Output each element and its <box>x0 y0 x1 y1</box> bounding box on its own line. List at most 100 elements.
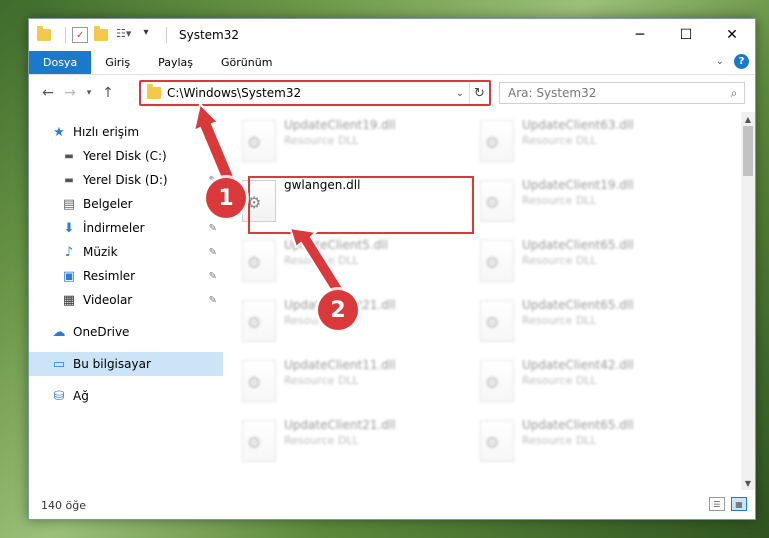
sidebar-item-label: Ağ <box>73 389 89 403</box>
sidebar-item-music[interactable]: ♪ Müzik ✎ <box>29 240 223 264</box>
file-description: Resource DLL <box>522 434 597 447</box>
file-icon: ⚙ <box>480 120 514 162</box>
file-list: ⚙ UpdateClient19.dll Resource DLL ⚙ gwlan… <box>224 112 755 490</box>
search-box[interactable]: ⌕ <box>499 82 745 104</box>
tiles-view-icon[interactable]: ▦ <box>731 497 747 511</box>
star-icon: ★ <box>53 124 65 140</box>
folder-icon <box>147 84 161 99</box>
divider <box>166 27 167 43</box>
sidebar-item-quick-access[interactable]: ★ Hızlı erişim <box>29 120 223 144</box>
sidebar-item-onedrive[interactable]: ☁ OneDrive <box>29 320 223 344</box>
status-bar: 140 öğe ☰ ▦ <box>29 491 755 519</box>
pin-icon[interactable]: ✎ <box>209 247 217 258</box>
sidebar-item-network[interactable]: ⛁ Ağ <box>29 384 223 408</box>
window-controls: ─ ☐ ✕ <box>617 19 755 51</box>
refresh-icon[interactable]: ↻ <box>469 82 489 104</box>
help-icon[interactable]: ? <box>734 54 749 69</box>
file-icon: ⚙ <box>242 120 276 162</box>
sidebar-item-videos[interactable]: ▦ Videolar ✎ <box>29 288 223 312</box>
tab-share[interactable]: Paylaş <box>144 51 207 74</box>
back-button[interactable]: ← <box>37 82 59 104</box>
address-bar[interactable]: C:\Windows\System32 ⌄ ↻ <box>139 80 491 106</box>
quick-access-dropdown-icon[interactable]: ▾ <box>138 27 154 43</box>
file-description: Resource DLL <box>284 134 359 147</box>
file-icon: ⚙ <box>242 240 276 282</box>
sidebar-item-this-pc[interactable]: ▭ Bu bilgisayar <box>29 352 223 376</box>
tab-home[interactable]: Giriş <box>91 51 144 74</box>
file-icon: ⚙ <box>242 360 276 402</box>
file-item[interactable]: ⚙ UpdateClient65.dll Resource DLL <box>462 236 692 292</box>
file-name: UpdateClient42.dll <box>522 358 634 372</box>
file-name: UpdateClient65.dll <box>522 298 634 312</box>
recent-locations-icon[interactable]: ▾ <box>81 82 97 104</box>
details-view-icon[interactable]: ☰ <box>709 497 725 511</box>
expand-ribbon-icon[interactable]: ⌄ <box>716 56 724 67</box>
maximize-button[interactable]: ☐ <box>663 19 709 51</box>
file-item[interactable]: ⚙ UpdateClient19.dll Resource DLL <box>224 116 454 172</box>
file-item[interactable]: ⚙ UpdateClient19.dll Resource DLL <box>462 176 692 232</box>
document-icon: ▤ <box>62 196 76 212</box>
cloud-icon: ☁ <box>52 324 66 340</box>
file-description: Resource DLL <box>522 254 597 267</box>
sidebar-item-label: Resimler <box>83 269 136 283</box>
pin-icon[interactable]: ✎ <box>209 295 217 306</box>
search-input[interactable] <box>500 86 724 100</box>
navigation-pane: ★ Hızlı erişim ▬ Yerel Disk (C:) ✎ ▬ Yer… <box>29 112 224 490</box>
tab-view[interactable]: Görünüm <box>207 51 286 74</box>
scroll-up-icon[interactable]: ▲ <box>741 112 755 126</box>
properties-icon[interactable]: ✓ <box>72 27 88 43</box>
file-description: Resource DLL <box>284 254 359 267</box>
sidebar-item-label: Müzik <box>83 245 118 259</box>
file-description: Resource DLL <box>522 374 597 387</box>
file-name: UpdateClient11.dll <box>284 358 396 372</box>
sidebar-item-label: Yerel Disk (D:) <box>83 173 168 187</box>
file-item[interactable]: ⚙ UpdateClient63.dll Resource DLL <box>462 116 692 172</box>
search-icon[interactable]: ⌕ <box>724 86 744 101</box>
scroll-down-icon[interactable]: ▼ <box>741 476 755 490</box>
close-button[interactable]: ✕ <box>709 19 755 51</box>
sidebar-item-label: Hızlı erişim <box>73 125 140 139</box>
sidebar-item-label: Yerel Disk (C:) <box>83 149 167 163</box>
pin-icon[interactable]: ✎ <box>209 223 217 234</box>
file-name: UpdateClient19.dll <box>522 178 634 192</box>
sidebar-item-pictures[interactable]: ▣ Resimler ✎ <box>29 264 223 288</box>
ribbon-right: ⌄ ? <box>716 54 749 69</box>
file-item[interactable]: ⚙ UpdateClient65.dll Resource DLL <box>462 416 692 472</box>
file-icon: ⚙ <box>480 360 514 402</box>
tab-file[interactable]: Dosya <box>29 51 92 74</box>
file-icon: ⚙ <box>480 180 514 222</box>
file-icon: ⚙ <box>480 420 514 462</box>
file-icon: ⚙ <box>242 300 276 342</box>
divider <box>65 27 66 43</box>
sidebar-item-downloads[interactable]: ⬇ İndirmeler ✎ <box>29 216 223 240</box>
vertical-scrollbar[interactable]: ▲ ▼ <box>741 112 755 490</box>
sidebar-item-local-disk-c[interactable]: ▬ Yerel Disk (C:) ✎ <box>29 144 223 168</box>
file-icon: ⚙ <box>480 240 514 282</box>
forward-button[interactable]: → <box>59 82 81 104</box>
scroll-thumb[interactable] <box>743 126 753 176</box>
address-dropdown-icon[interactable]: ⌄ <box>451 88 469 99</box>
pin-icon[interactable]: ✎ <box>209 151 217 162</box>
content-area: ★ Hızlı erişim ▬ Yerel Disk (C:) ✎ ▬ Yer… <box>29 112 755 490</box>
file-item[interactable]: ⚙ UpdateClient11.dll Resource DLL <box>224 356 454 412</box>
customize-toolbar-icon[interactable]: ☷▾ <box>116 27 132 43</box>
file-description: Resource DLL <box>284 374 359 387</box>
pin-icon[interactable]: ✎ <box>209 271 217 282</box>
file-name: UpdateClient63.dll <box>522 118 634 132</box>
file-item[interactable]: ⚙ UpdateClient5.dll Resource DLL <box>224 236 454 292</box>
file-item[interactable]: ⚙ UpdateClient65.dll Resource DLL <box>462 296 692 352</box>
file-icon: ⚙ <box>242 420 276 462</box>
sidebar-item-label: Bu bilgisayar <box>73 357 151 371</box>
address-path[interactable]: C:\Windows\System32 <box>167 86 451 100</box>
file-item[interactable]: ⚙ UpdateClient21.dll Resource DLL <box>224 416 454 472</box>
sidebar-item-local-disk-d[interactable]: ▬ Yerel Disk (D:) ✎ <box>29 168 223 192</box>
sidebar-item-documents[interactable]: ▤ Belgeler ✎ <box>29 192 223 216</box>
new-folder-icon[interactable] <box>94 26 110 43</box>
view-toggle: ☰ ▦ <box>709 497 747 511</box>
window-title: System32 <box>179 28 240 42</box>
explorer-window: ✓ ☷▾ ▾ System32 ─ ☐ ✕ Dosya Giriş Paylaş… <box>28 18 756 520</box>
up-button[interactable]: ↑ <box>97 82 119 104</box>
file-item[interactable]: ⚙ UpdateClient42.dll Resource DLL <box>462 356 692 412</box>
download-icon: ⬇ <box>63 220 75 236</box>
minimize-button[interactable]: ─ <box>617 19 663 51</box>
